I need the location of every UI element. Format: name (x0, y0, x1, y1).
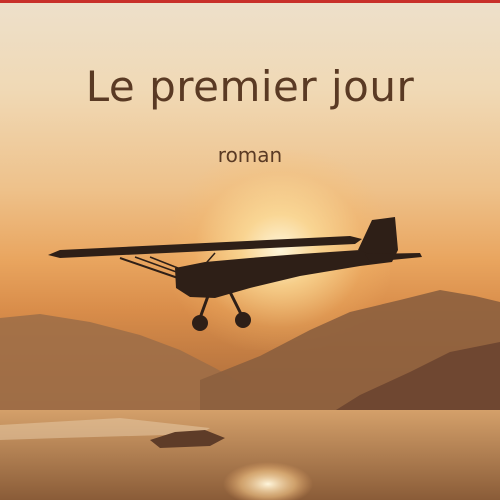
book-title: Le premier jour (85, 62, 415, 111)
book-subtitle: roman (217, 143, 283, 167)
book-cover: Le premier jour roman (0, 0, 500, 500)
